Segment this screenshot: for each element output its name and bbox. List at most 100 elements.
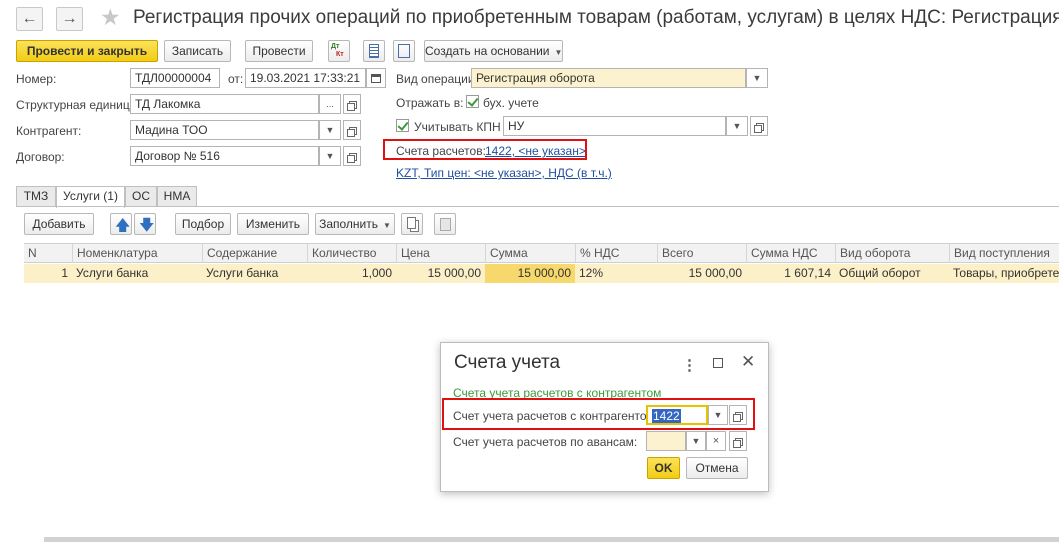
kpn-label: Учитывать КПН	[414, 120, 501, 134]
paste-button[interactable]	[434, 213, 456, 235]
tab-divider	[16, 206, 1059, 207]
add-button[interactable]: Добавить	[24, 213, 94, 235]
col-quantity[interactable]: Количество	[307, 244, 396, 263]
table-header: N Номенклатура Содержание Количество Цен…	[24, 243, 1059, 263]
date-label: от:	[228, 72, 244, 86]
col-nomenclature[interactable]: Номенклатура	[72, 244, 202, 263]
tab-services[interactable]: Услуги (1)	[56, 186, 125, 208]
save-button[interactable]: Записать	[164, 40, 231, 62]
kpn-open-icon[interactable]	[750, 116, 768, 136]
create-based-on-button[interactable]: Создать на основании ▼	[424, 40, 563, 62]
unit-select-button[interactable]: ...	[319, 94, 341, 114]
accounting-checkbox[interactable]	[466, 95, 479, 108]
close-icon[interactable]: ✕	[741, 352, 755, 372]
accounting-check-label: бух. учете	[483, 96, 539, 110]
cell-quantity: 1,000	[361, 266, 392, 280]
contractor-field[interactable]: Мадина ТОО	[130, 120, 319, 140]
table-row[interactable]: 1 Услуги банка Услуги банка 1,000 15 000…	[24, 264, 1059, 283]
move-up-button[interactable]: 🡅	[110, 213, 132, 235]
annotation-highlight-dialog-field	[442, 398, 755, 430]
col-turnover-type[interactable]: Вид оборота	[835, 244, 949, 263]
col-vat-sum[interactable]: Сумма НДС	[746, 244, 835, 263]
cancel-button[interactable]: Отмена	[686, 457, 748, 479]
dt-kt-icon: Дт Кт	[331, 43, 344, 58]
advance-account-open-icon[interactable]	[729, 431, 747, 451]
post-and-close-button[interactable]: Провести и закрыть	[16, 40, 158, 62]
arrow-down-icon: 🡇	[139, 217, 155, 234]
number-field[interactable]: ТДЛ00000004	[130, 68, 220, 88]
contractor-dropdown-icon[interactable]: ▼	[319, 120, 341, 140]
number-label: Номер:	[16, 72, 57, 86]
col-receipt-type[interactable]: Вид поступления	[949, 244, 1059, 263]
accounts-dialog: Счета учета ⋮ ✕ Счета учета расчетов с к…	[440, 342, 769, 492]
contractor-open-icon[interactable]	[343, 120, 361, 140]
tab-nma[interactable]: НМА	[157, 186, 197, 207]
dt-kt-button[interactable]: Дт Кт	[328, 40, 350, 62]
advance-account-label: Счет учета расчетов по авансам:	[453, 435, 638, 449]
col-vat-rate[interactable]: % НДС	[575, 244, 657, 263]
hierarchy-icon	[398, 44, 410, 58]
col-n[interactable]: N	[24, 244, 48, 263]
paste-icon	[440, 218, 451, 231]
back-button[interactable]: ←	[16, 7, 43, 31]
list-icon	[369, 44, 379, 58]
cell-n: 1	[61, 266, 68, 280]
arrow-up-icon: 🡅	[115, 217, 131, 234]
unit-field[interactable]: ТД Лакомка	[130, 94, 319, 114]
fill-label: Заполнить	[319, 217, 378, 231]
contract-dropdown-icon[interactable]: ▼	[319, 146, 341, 166]
advance-account-clear-icon[interactable]: ×	[706, 431, 726, 451]
caret-down-icon: ▼	[554, 48, 563, 57]
dialog-title: Счета учета	[454, 352, 561, 373]
reflect-label: Отражать в:	[396, 96, 464, 110]
more-menu-icon[interactable]: ⋮	[682, 356, 697, 374]
operation-field[interactable]: Регистрация оборота	[471, 68, 746, 88]
operation-label: Вид операции:	[396, 72, 478, 86]
col-price[interactable]: Цена	[396, 244, 485, 263]
cell-sum: 15 000,00	[485, 264, 575, 283]
contract-field[interactable]: Договор № 516	[130, 146, 319, 166]
calendar-icon	[371, 74, 381, 83]
kpn-dropdown-icon[interactable]: ▼	[726, 116, 748, 136]
contract-open-icon[interactable]	[343, 146, 361, 166]
col-sum[interactable]: Сумма	[485, 244, 575, 263]
caret-down-icon: ▼	[383, 221, 391, 230]
change-button[interactable]: Изменить	[237, 213, 309, 235]
move-down-button[interactable]: 🡇	[134, 213, 156, 235]
arrow-right-icon: →	[61, 10, 78, 27]
calendar-button[interactable]	[366, 68, 386, 88]
forward-button[interactable]: →	[56, 7, 83, 31]
operation-dropdown-icon[interactable]: ▼	[746, 68, 768, 88]
advance-account-field[interactable]	[646, 431, 686, 451]
cell-content: Услуги банка	[206, 266, 279, 280]
maximize-icon[interactable]	[713, 358, 723, 368]
create-based-label: Создать на основании	[425, 44, 550, 58]
post-button[interactable]: Провести	[245, 40, 313, 62]
select-button[interactable]: Подбор	[175, 213, 231, 235]
contractor-label: Контрагент:	[16, 124, 82, 138]
copy-button[interactable]	[401, 213, 423, 235]
advance-account-dropdown-icon[interactable]: ▼	[686, 431, 706, 451]
structure-button[interactable]	[393, 40, 415, 62]
ok-button[interactable]: OK	[647, 457, 680, 479]
unit-label: Структурная единица:	[16, 98, 140, 112]
report-button[interactable]	[363, 40, 385, 62]
fill-button[interactable]: Заполнить ▼	[315, 213, 395, 235]
kpn-checkbox[interactable]	[396, 119, 409, 132]
annotation-highlight-accounts	[383, 139, 587, 160]
cell-receipt-type: Товары, приобретен	[953, 266, 1059, 280]
contract-label: Договор:	[16, 150, 65, 164]
favorite-star-icon[interactable]: ★	[100, 4, 121, 31]
unit-open-icon[interactable]	[343, 94, 361, 114]
tab-os[interactable]: ОС	[125, 186, 157, 207]
currency-link[interactable]: KZT, Тип цен: <не указан>, НДС (в т.ч.)	[396, 166, 612, 180]
date-field[interactable]: 19.03.2021 17:33:21	[245, 68, 366, 88]
col-content[interactable]: Содержание	[202, 244, 307, 263]
cell-price: 15 000,00	[427, 266, 481, 280]
cell-vat-rate: 12%	[579, 266, 604, 280]
tab-tmz[interactable]: ТМЗ	[16, 186, 56, 207]
col-total[interactable]: Всего	[657, 244, 746, 263]
horizontal-scrollbar[interactable]	[44, 537, 1059, 542]
kpn-field[interactable]: НУ	[503, 116, 726, 136]
window-title: Регистрация прочих операций по приобрете…	[133, 7, 1059, 28]
